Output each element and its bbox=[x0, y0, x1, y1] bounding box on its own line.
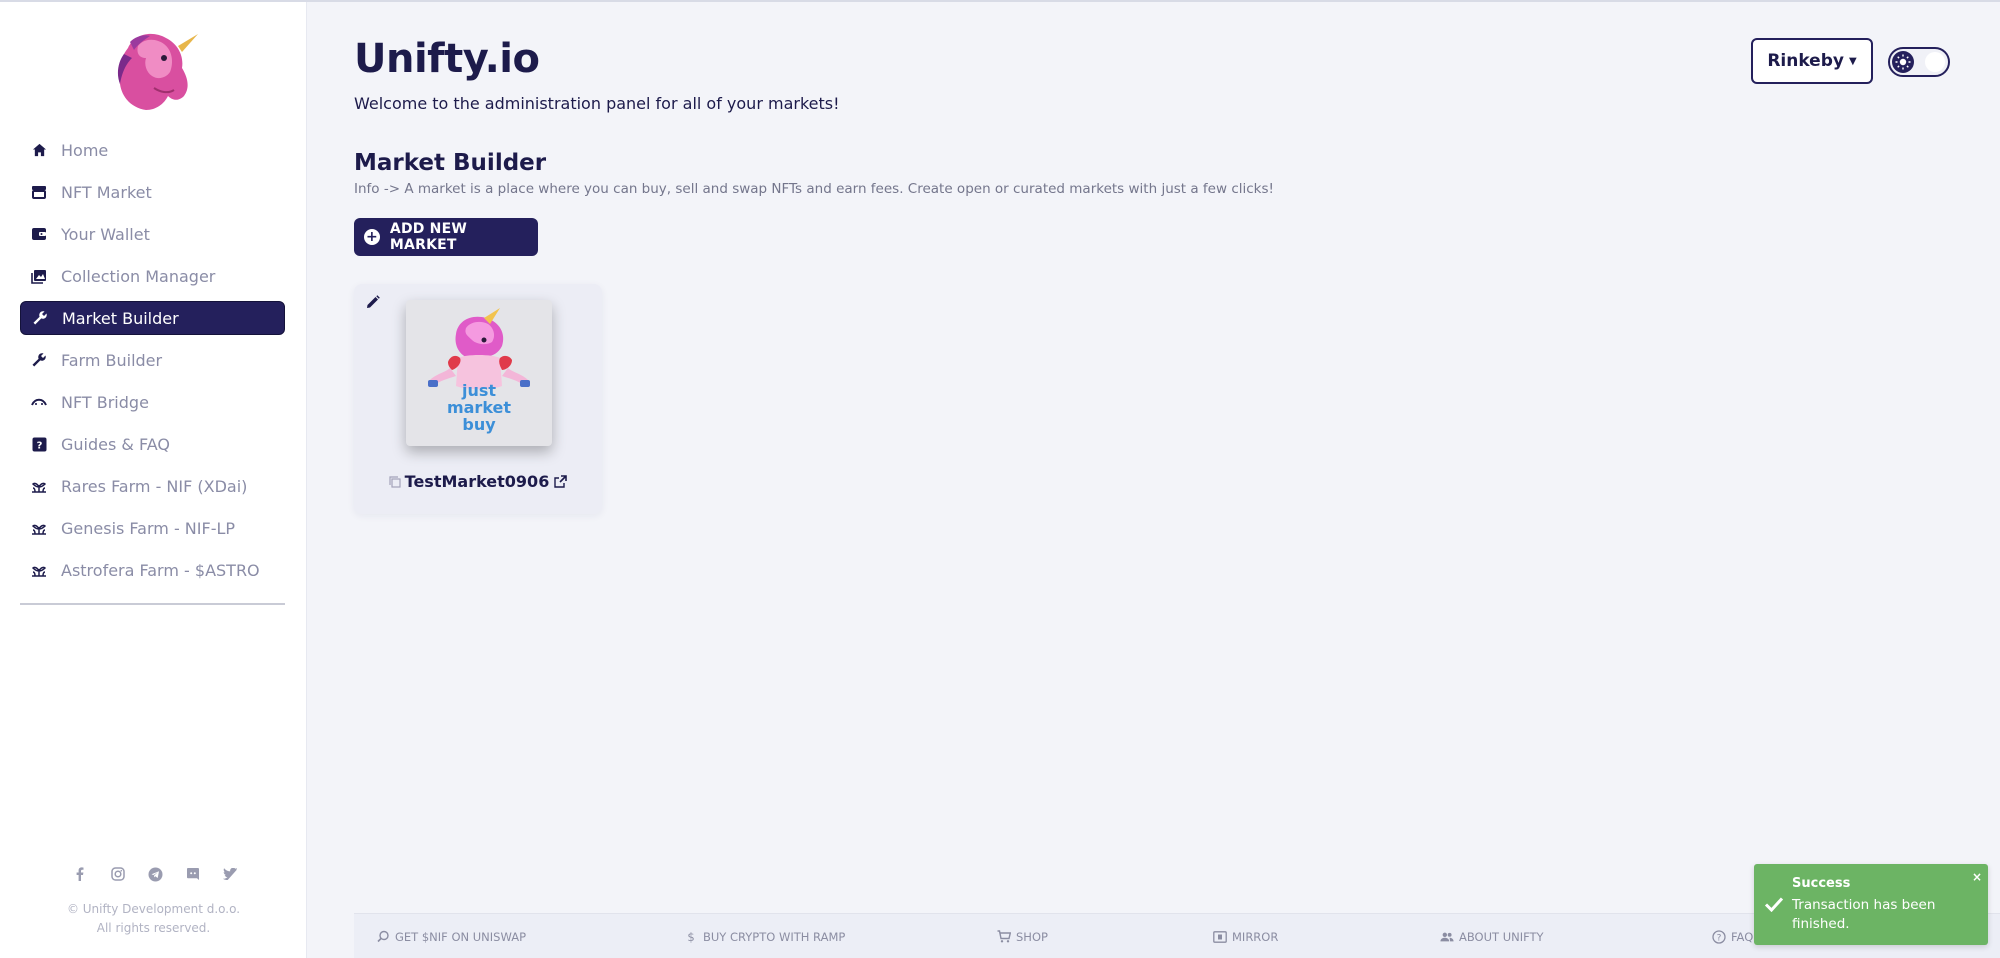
sidebar-divider bbox=[20, 603, 285, 605]
sidebar-item-label: Rares Farm - NIF (XDai) bbox=[61, 476, 248, 496]
bridge-icon bbox=[29, 392, 49, 412]
sidebar-item-label: NFT Market bbox=[61, 182, 152, 202]
sidebar-item-genesis-farm[interactable]: Genesis Farm - NIF-LP bbox=[20, 511, 285, 545]
toggle-knob bbox=[1925, 52, 1945, 72]
sidebar-item-farm-builder[interactable]: Farm Builder bbox=[20, 343, 285, 377]
toast-close-button[interactable]: × bbox=[1972, 870, 1982, 884]
section-title: Market Builder bbox=[354, 150, 547, 176]
external-link-icon[interactable] bbox=[554, 473, 568, 488]
footer-link-label: SHOP bbox=[1016, 929, 1048, 944]
cart-icon bbox=[997, 930, 1011, 944]
home-icon bbox=[29, 140, 49, 160]
network-dropdown[interactable]: Rinkeby ▼ bbox=[1751, 38, 1873, 84]
mirror-icon bbox=[1213, 930, 1227, 944]
wrench-icon bbox=[30, 308, 50, 328]
collection-icon bbox=[29, 266, 49, 286]
market-card[interactable]: just market buy TestMarket0906 bbox=[354, 284, 602, 514]
page-subtitle: Welcome to the administration panel for … bbox=[354, 94, 840, 113]
copyright-line: © Unifty Development d.o.o. bbox=[66, 902, 241, 916]
theme-toggle[interactable] bbox=[1888, 47, 1950, 77]
footer-link-about[interactable]: ABOUT UNIFTY bbox=[1440, 914, 1544, 958]
footer-link-label: BUY CRYPTO WITH RAMP bbox=[703, 929, 846, 944]
wallet-icon bbox=[29, 224, 49, 244]
help-icon: ? bbox=[29, 434, 49, 454]
toast-message: Transaction has been finished. bbox=[1792, 897, 1936, 932]
store-icon bbox=[29, 182, 49, 202]
sidebar-item-label: Collection Manager bbox=[61, 266, 216, 286]
telegram-icon[interactable] bbox=[145, 864, 165, 884]
wrench-icon bbox=[29, 350, 49, 370]
footer-link-shop[interactable]: SHOP bbox=[997, 914, 1048, 958]
network-label: Rinkeby bbox=[1767, 51, 1844, 71]
sidebar-item-nft-market[interactable]: NFT Market bbox=[20, 175, 285, 209]
sidebar-item-label: Genesis Farm - NIF-LP bbox=[61, 518, 236, 538]
svg-text:?: ? bbox=[1717, 933, 1722, 943]
unifty-unicorn-logo[interactable] bbox=[108, 28, 200, 114]
pencil-edit-icon[interactable] bbox=[366, 294, 382, 310]
uniswap-search-icon bbox=[376, 930, 390, 944]
add-new-market-button[interactable]: + ADD NEW MARKET bbox=[354, 218, 538, 256]
success-toast[interactable]: Success Transaction has been finished. × bbox=[1754, 864, 1988, 945]
add-new-market-label: ADD NEW MARKET bbox=[389, 221, 467, 253]
sidebar-item-label: Market Builder bbox=[62, 308, 179, 328]
sidebar-item-nft-bridge[interactable]: NFT Bridge bbox=[20, 385, 285, 419]
sidebar-item-market-builder[interactable]: Market Builder bbox=[20, 301, 285, 335]
footer-link-label: FAQ bbox=[1731, 929, 1754, 944]
sidebar: Home NFT Market Your Wallet Collection M… bbox=[0, 2, 307, 958]
sidebar-item-label: Home bbox=[61, 140, 109, 160]
market-name-link[interactable]: TestMarket0906 bbox=[354, 472, 602, 491]
footer-link-label: ABOUT UNIFTY bbox=[1459, 929, 1544, 944]
footer-link-ramp[interactable]: $ BUY CRYPTO WITH RAMP bbox=[684, 914, 845, 958]
copy-icon[interactable] bbox=[389, 473, 401, 488]
people-icon bbox=[1440, 930, 1454, 944]
copyright-line: All rights reserved. bbox=[96, 921, 211, 935]
farm-icon bbox=[29, 476, 49, 496]
sidebar-item-collection-manager[interactable]: Collection Manager bbox=[20, 259, 285, 293]
sidebar-item-label: Guides & FAQ bbox=[61, 434, 170, 454]
sidebar-item-your-wallet[interactable]: Your Wallet bbox=[20, 217, 285, 251]
footer-link-faq[interactable]: ? FAQ bbox=[1712, 914, 1753, 958]
facebook-icon[interactable] bbox=[70, 864, 90, 884]
sidebar-nav: Home NFT Market Your Wallet Collection M… bbox=[20, 133, 285, 595]
footer-link-label: MIRROR bbox=[1232, 929, 1279, 944]
market-thumbnail[interactable]: just market buy bbox=[406, 300, 552, 446]
sidebar-item-label: NFT Bridge bbox=[61, 392, 149, 412]
copyright: © Unifty Development d.o.o. All rights r… bbox=[0, 900, 307, 938]
sidebar-item-label: Astrofera Farm - $ASTRO bbox=[61, 560, 260, 580]
sidebar-item-home[interactable]: Home bbox=[20, 133, 285, 167]
sidebar-item-label: Your Wallet bbox=[61, 224, 150, 244]
question-icon: ? bbox=[1712, 929, 1726, 944]
market-name: TestMarket0906 bbox=[404, 472, 550, 491]
discord-icon[interactable] bbox=[183, 864, 203, 884]
footer-link-label: GET $NIF ON UNISWAP bbox=[395, 929, 527, 944]
thumb-text-buy: buy bbox=[462, 415, 496, 434]
page-title: Unifty.io bbox=[354, 36, 540, 82]
dollar-icon: $ bbox=[687, 929, 695, 944]
section-info: Info -> A market is a place where you ca… bbox=[354, 181, 1274, 197]
social-links bbox=[70, 864, 240, 884]
main-content: Unifty.io Welcome to the administration … bbox=[308, 2, 2000, 958]
instagram-icon[interactable] bbox=[108, 864, 128, 884]
farm-icon bbox=[29, 560, 49, 580]
sidebar-item-rares-farm[interactable]: Rares Farm - NIF (XDai) bbox=[20, 469, 285, 503]
sun-icon bbox=[1892, 51, 1914, 73]
check-icon bbox=[1764, 896, 1786, 914]
svg-text:?: ? bbox=[36, 440, 42, 451]
farm-icon bbox=[29, 518, 49, 538]
sidebar-item-astrofera-farm[interactable]: Astrofera Farm - $ASTRO bbox=[20, 553, 285, 587]
sidebar-item-label: Farm Builder bbox=[61, 350, 163, 370]
sidebar-item-guides-faq[interactable]: ? Guides & FAQ bbox=[20, 427, 285, 461]
caret-down-icon: ▼ bbox=[1848, 55, 1857, 67]
plus-circle-icon: + bbox=[364, 229, 380, 245]
footer-link-uniswap[interactable]: GET $NIF ON UNISWAP bbox=[376, 914, 526, 958]
twitter-icon[interactable] bbox=[220, 864, 240, 884]
toast-title: Success bbox=[1792, 876, 1851, 891]
footer-link-mirror[interactable]: MIRROR bbox=[1213, 914, 1278, 958]
